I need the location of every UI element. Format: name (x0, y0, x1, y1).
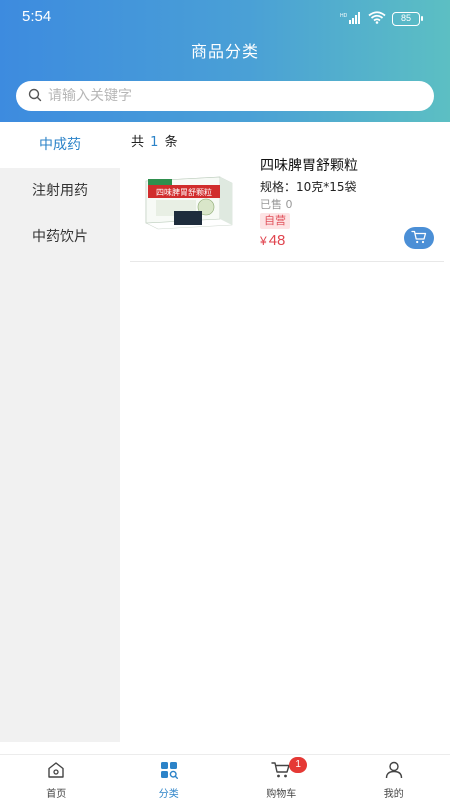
product-card[interactable]: 四味脾胃舒颗粒 四味脾胃舒颗粒 规格：10克*15袋 已售 0 自营 ¥48 (130, 150, 444, 262)
cart-icon (411, 229, 427, 248)
product-list-panel: 共 1 条 四味脾胃舒颗粒 四味脾胃舒颗粒 规格：10克*15袋 已售 0 自营… (120, 122, 450, 742)
search-icon (28, 87, 42, 106)
product-name[interactable]: 四味脾胃舒颗粒 (260, 155, 358, 175)
tab-cart[interactable]: 1 购物车 (225, 755, 338, 800)
svg-text:HD: HD (340, 13, 348, 19)
tab-profile-label: 我的 (383, 789, 404, 800)
tab-cart-label: 购物车 (266, 789, 297, 800)
header: 5:54 HD 85 商品分类 (0, 0, 450, 122)
product-spec: 规格：10克*15袋 (260, 180, 357, 194)
category-icon (159, 761, 179, 783)
status-time: 5:54 (22, 8, 52, 25)
page-title: 商品分类 (190, 42, 259, 61)
self-operated-badge: 自营 (260, 213, 290, 229)
status-bar: 5:54 HD 85 (0, 0, 450, 34)
home-icon (46, 761, 66, 783)
tab-category[interactable]: 分类 (113, 755, 226, 800)
product-box-text: 四味脾胃舒颗粒 (156, 187, 212, 197)
tab-category-label: 分类 (158, 789, 179, 800)
sidebar-item-zhongyaoyinpian[interactable]: 中药饮片 (0, 214, 120, 260)
add-to-cart-button[interactable] (404, 227, 434, 249)
search-bar[interactable] (16, 81, 434, 111)
count-number: 1 (150, 135, 159, 150)
product-price: ¥48 (260, 232, 285, 249)
cart-badge: 1 (289, 757, 308, 773)
wifi-icon (368, 9, 386, 28)
currency-symbol: ¥ (260, 234, 267, 248)
category-sidebar: 中成药 注射用药 中药饮片 (0, 122, 120, 742)
tabbar-spacer (0, 742, 450, 754)
price-value: 48 (268, 232, 286, 249)
search-input[interactable] (48, 88, 408, 104)
sidebar-item-zhusheyongyao[interactable]: 注射用药 (0, 168, 120, 214)
count-suffix: 条 (164, 135, 178, 150)
product-sold-count: 已售 0 (260, 198, 293, 211)
tab-home-label: 首页 (46, 789, 67, 800)
user-icon (384, 761, 404, 783)
status-icons: HD 85 (340, 9, 423, 28)
tab-profile[interactable]: 我的 (338, 755, 450, 800)
battery-icon: 85 (392, 11, 423, 26)
count-prefix: 共 (131, 135, 145, 150)
result-count: 共 1 条 (131, 131, 178, 150)
signal-icon: HD (340, 9, 362, 28)
tab-home[interactable]: 首页 (0, 755, 113, 800)
bottom-tab-bar: 首页 分类 1 购物车 我的 (0, 754, 450, 800)
product-image[interactable]: 四味脾胃舒颗粒 (140, 167, 236, 231)
sidebar-item-zhongchengyao[interactable]: 中成药 (0, 122, 120, 168)
